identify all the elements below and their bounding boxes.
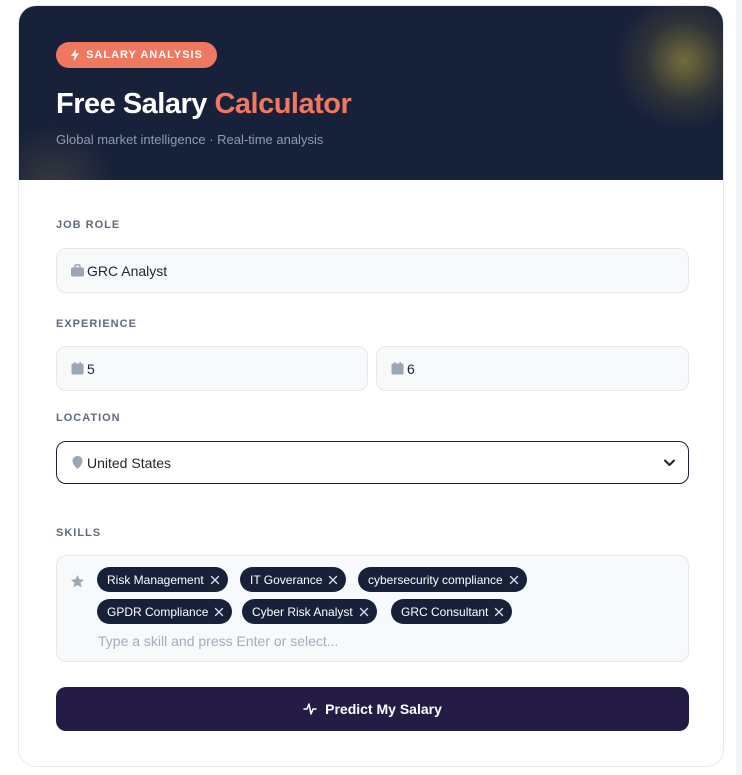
predict-salary-button[interactable]: Predict My Salary xyxy=(56,687,689,731)
page-title: Free Salary Calculator xyxy=(56,88,352,121)
experience-min-input[interactable]: 5 xyxy=(56,346,368,391)
skill-chip-label: IT Goverance xyxy=(250,572,323,587)
chevron-down-icon xyxy=(664,459,675,466)
location-label: LOCATION xyxy=(56,412,121,424)
job-role-value: GRC Analyst xyxy=(87,262,168,279)
page-scrollbar-track xyxy=(736,0,742,775)
skill-chip-label: GRC Consultant xyxy=(401,604,489,619)
job-role-label: JOB ROLE xyxy=(56,219,121,231)
skill-chip: cybersecurity compliance xyxy=(358,567,527,592)
skill-chip: GRC Consultant xyxy=(391,599,513,624)
badge-label: SALARY ANALYSIS xyxy=(86,49,203,61)
close-icon[interactable] xyxy=(210,575,220,585)
skills-label: SKILLS xyxy=(56,527,102,539)
skill-chip: Risk Management xyxy=(97,567,228,592)
title-main: Free Salary xyxy=(56,88,207,120)
job-role-input[interactable]: GRC Analyst xyxy=(56,248,689,293)
hero-header: SALARY ANALYSIS Free Salary Calculator G… xyxy=(19,6,723,180)
skill-chip-label: cybersecurity compliance xyxy=(368,572,503,587)
close-icon[interactable] xyxy=(214,607,224,617)
hero-glow xyxy=(609,6,723,126)
star-icon xyxy=(71,575,84,588)
briefcase-icon xyxy=(71,264,84,277)
title-accent: Calculator xyxy=(214,88,352,120)
skills-placeholder[interactable]: Type a skill and press Enter or select..… xyxy=(98,633,338,649)
salary-calculator-card: SALARY ANALYSIS Free Salary Calculator G… xyxy=(18,5,724,767)
bolt-icon xyxy=(71,49,80,61)
close-icon[interactable] xyxy=(509,575,519,585)
calendar-icon xyxy=(71,362,84,375)
close-icon[interactable] xyxy=(494,607,504,617)
skill-chip-label: Risk Management xyxy=(107,572,204,587)
skill-chip-label: Cyber Risk Analyst xyxy=(252,604,353,619)
close-icon[interactable] xyxy=(359,607,369,617)
experience-max-input[interactable]: 6 xyxy=(376,346,689,391)
close-icon[interactable] xyxy=(328,575,338,585)
sparkle-icon xyxy=(303,703,317,715)
page-subtitle: Global market intelligence · Real-time a… xyxy=(56,132,324,147)
skill-chip: IT Goverance xyxy=(240,567,347,592)
experience-label: EXPERIENCE xyxy=(56,318,137,330)
location-select[interactable]: United States xyxy=(56,441,689,484)
skills-input[interactable]: Risk Management IT Goverance cybersecuri… xyxy=(56,555,689,662)
calendar-icon xyxy=(391,362,404,375)
map-pin-icon xyxy=(72,456,83,469)
location-value: United States xyxy=(87,454,172,471)
predict-salary-label: Predict My Salary xyxy=(325,701,442,717)
skill-chip: GPDR Compliance xyxy=(97,599,233,624)
skill-chip-label: GPDR Compliance xyxy=(107,604,209,619)
experience-max-value: 6 xyxy=(407,360,415,377)
skill-chip: Cyber Risk Analyst xyxy=(242,599,377,624)
experience-min-value: 5 xyxy=(87,360,95,377)
salary-analysis-badge: SALARY ANALYSIS xyxy=(56,42,217,68)
